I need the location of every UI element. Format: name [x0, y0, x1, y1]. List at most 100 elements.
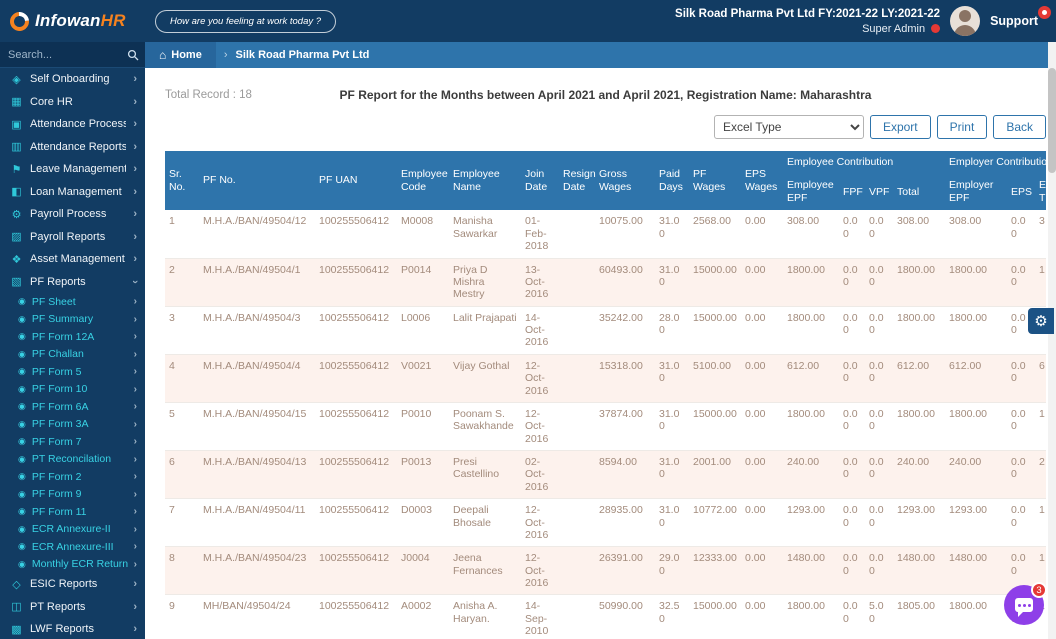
sidebar-search-input[interactable]: [0, 42, 145, 67]
cell-pf-wages: 2568.00: [689, 210, 741, 258]
scrollbar-thumb[interactable]: [1048, 68, 1056, 173]
cell-vpf: 0.00: [865, 402, 893, 450]
pf-submenu-item-label: PT Reconcilation: [32, 453, 128, 465]
cell-fpf: 0.00: [839, 210, 865, 258]
chevron-right-icon: ›: [133, 96, 137, 108]
mood-prompt-badge[interactable]: How are you feeling at work today ?: [155, 10, 336, 33]
menu-icon: ◧: [10, 185, 23, 198]
pf-submenu-item[interactable]: ◉ Monthly ECR Return ›: [0, 556, 145, 574]
cell-employee-code: M0008: [397, 210, 449, 258]
user-avatar[interactable]: [950, 6, 980, 36]
breadcrumb-home[interactable]: ⌂ Home: [145, 42, 216, 68]
cell-pf-uan: 100255506412: [315, 258, 397, 306]
sidebar-item[interactable]: ▣ Attendance Process ›: [0, 113, 145, 136]
sidebar-item[interactable]: ▩ LWF Reports ›: [0, 618, 145, 639]
pf-submenu-item[interactable]: ◉ PF Challan ›: [0, 346, 145, 364]
export-button[interactable]: Export: [870, 115, 931, 139]
print-button[interactable]: Print: [937, 115, 988, 139]
cell-employee-name: Jeena Fernances: [449, 547, 521, 595]
chat-widget-button[interactable]: 3: [1004, 585, 1044, 625]
cell-employee-code: P0013: [397, 451, 449, 499]
column-header: Employee Code: [397, 151, 449, 210]
pf-submenu-item[interactable]: ◉ PF Form 5 ›: [0, 363, 145, 381]
sidebar-item[interactable]: ▦ Core HR ›: [0, 91, 145, 114]
app-logo[interactable]: InfowanHR: [0, 11, 145, 31]
bullet-icon: ◉: [18, 314, 26, 325]
cell-employee-total: 1293.00: [893, 499, 945, 547]
column-header: Sr. No.: [165, 151, 199, 210]
pf-submenu-item[interactable]: ◉ PF Sheet ›: [0, 293, 145, 311]
pf-submenu-item[interactable]: ◉ PF Form 10 ›: [0, 381, 145, 399]
sidebar-item[interactable]: ⚙ Payroll Process ›: [0, 203, 145, 226]
sidebar-item[interactable]: ◇ ESIC Reports ›: [0, 573, 145, 596]
cell-sr-no: 3: [165, 306, 199, 354]
cell-vpf: 0.00: [865, 258, 893, 306]
cell-gross-wages: 28935.00: [595, 499, 655, 547]
pf-submenu-item[interactable]: ◉ ECR Annexure-II ›: [0, 521, 145, 539]
cell-employee-total: 240.00: [893, 451, 945, 499]
sidebar-item[interactable]: ⚑ Leave Management ›: [0, 158, 145, 181]
cell-paid-days: 32.50: [655, 595, 689, 639]
cell-clipped: 1: [1035, 402, 1046, 450]
sidebar-item-pf-reports[interactable]: ▧ PF Reports ›: [0, 271, 145, 294]
pf-submenu-item[interactable]: ◉ PF Summary ›: [0, 311, 145, 329]
pf-submenu-item-label: PF Form 9: [32, 488, 128, 500]
pf-submenu-item[interactable]: ◉ PF Form 2 ›: [0, 468, 145, 486]
menu-icon: ▨: [10, 230, 23, 243]
pf-submenu-item-label: PF Form 3A: [32, 418, 128, 430]
cell-join-date: 13-Oct-2016: [521, 258, 559, 306]
cell-eps-wages: 0.00: [741, 595, 783, 639]
column-header: Join Date: [521, 151, 559, 210]
cell-sr-no: 7: [165, 499, 199, 547]
pf-submenu-item[interactable]: ◉ ECR Annexure-III ›: [0, 538, 145, 556]
support-button[interactable]: Support: [990, 14, 1042, 28]
cell-employee-total: 1800.00: [893, 402, 945, 450]
back-button[interactable]: Back: [993, 115, 1046, 139]
sidebar-item[interactable]: ◧ Loan Management ›: [0, 181, 145, 204]
menu-icon: ▧: [10, 275, 23, 288]
settings-gear-button[interactable]: ⚙: [1028, 308, 1054, 334]
pf-submenu-item[interactable]: ◉ PT Reconcilation ›: [0, 451, 145, 469]
sidebar-item[interactable]: ◈ Self Onboarding ›: [0, 68, 145, 91]
pf-submenu-item[interactable]: ◉ PF Form 12A ›: [0, 328, 145, 346]
cell-employer-epf: 1800.00: [945, 595, 1007, 639]
employee-contribution-group-header: Employee Contribution: [783, 151, 945, 174]
chat-unread-badge: 3: [1031, 582, 1047, 598]
column-header: PF UAN: [315, 151, 397, 210]
sidebar-item[interactable]: ▨ Payroll Reports ›: [0, 226, 145, 249]
pf-submenu-item[interactable]: ◉ PF Form 6A ›: [0, 398, 145, 416]
column-header: Resign Date: [559, 151, 595, 210]
table-row: 2 M.H.A./BAN/49504/1 100255506412 P0014 …: [165, 258, 1046, 306]
cell-resign-date: [559, 354, 595, 402]
cell-resign-date: [559, 210, 595, 258]
cell-clipped: 2: [1035, 451, 1046, 499]
total-record-label: Total Record : 18: [165, 89, 252, 101]
pf-submenu-item[interactable]: ◉ PF Form 7 ›: [0, 433, 145, 451]
cell-eps: 0.00: [1007, 210, 1035, 258]
avatar-body-shape: [954, 25, 976, 36]
cell-clipped: 6: [1035, 354, 1046, 402]
pf-submenu-item-label: PF Summary: [32, 313, 128, 325]
cell-eps: 0.00: [1007, 499, 1035, 547]
cell-employer-epf: 1800.00: [945, 402, 1007, 450]
cell-employer-epf: 240.00: [945, 451, 1007, 499]
pf-submenu-item-label: PF Form 11: [32, 506, 128, 518]
pf-submenu-item[interactable]: ◉ PF Form 9 ›: [0, 486, 145, 504]
search-icon: [127, 49, 139, 61]
cell-paid-days: 29.00: [655, 547, 689, 595]
pf-submenu-item[interactable]: ◉ PF Form 3A ›: [0, 416, 145, 434]
cell-employee-total: 612.00: [893, 354, 945, 402]
sidebar-item[interactable]: ▥ Attendance Reports ›: [0, 136, 145, 159]
bullet-icon: ◉: [18, 349, 26, 360]
sidebar-item[interactable]: ❖ Asset Management ›: [0, 248, 145, 271]
cell-join-date: 12-Oct-2016: [521, 547, 559, 595]
sidebar-item[interactable]: ◫ PT Reports ›: [0, 596, 145, 619]
cell-employer-epf: 1800.00: [945, 258, 1007, 306]
pf-submenu-item[interactable]: ◉ PF Form 11 ›: [0, 503, 145, 521]
chevron-right-icon: ›: [134, 559, 137, 570]
cell-clipped: 1: [1035, 499, 1046, 547]
excel-type-select[interactable]: Excel Type: [714, 115, 864, 139]
column-header: PF Wages: [689, 151, 741, 210]
chevron-right-icon: ›: [133, 623, 137, 635]
cell-clipped: 3: [1035, 210, 1046, 258]
